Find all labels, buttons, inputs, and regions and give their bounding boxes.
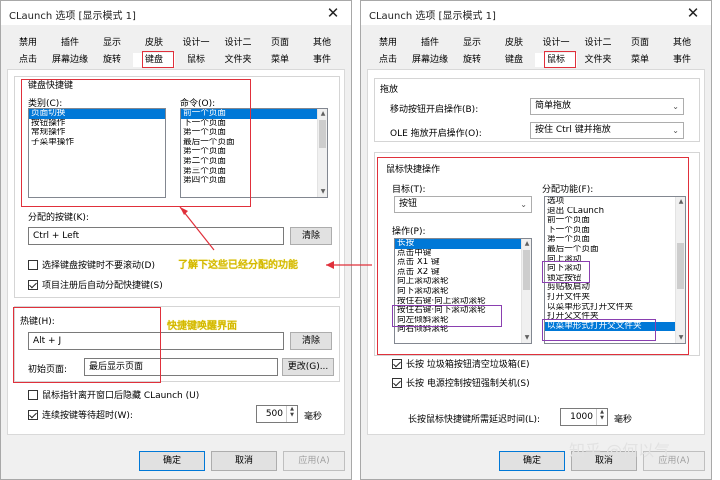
watermark: 知乎 @何以气 xyxy=(569,441,671,460)
checkbox-label: 长按 垃圾箱按钮清空垃圾箱(E) xyxy=(406,360,530,370)
window-title: CLaunch 选项 [显示模式 1] xyxy=(369,11,496,22)
annotation-box-shortcut-lists xyxy=(21,79,251,207)
tab-3-row2[interactable]: 旋转 xyxy=(91,53,133,67)
change-button[interactable]: 更改(G)... xyxy=(282,358,334,376)
tab-5-row2[interactable]: 鼠标 xyxy=(175,53,217,67)
timeout-unit: 毫秒 xyxy=(304,412,323,422)
tab-8-row1[interactable]: 其他 xyxy=(301,36,343,50)
tab-7-row2[interactable]: 菜单 xyxy=(259,53,301,67)
chevron-down-icon[interactable]: ⌄ xyxy=(672,99,679,114)
tab-4-row1[interactable]: 皮肤 xyxy=(493,36,535,50)
tab-2-row1[interactable]: 插件 xyxy=(409,36,451,50)
close-icon[interactable]: ✕ xyxy=(675,1,711,25)
delay-value: 1000 xyxy=(570,412,593,422)
clear-button[interactable]: 清除 xyxy=(290,227,332,245)
ok-button[interactable]: 确定 xyxy=(499,451,565,471)
move-label: 移动按钮开启操作(B): xyxy=(390,105,479,115)
auto-assign-checkbox[interactable]: 项目注册后自动分配快捷键(S) xyxy=(28,278,163,291)
assigned-annotation: 了解下这些已经分配的功能 xyxy=(178,260,298,271)
timeout-value: 500 xyxy=(265,409,283,419)
force-shutdown-checkbox[interactable]: 长按 电源控制按钮强制关机(S) xyxy=(392,376,530,389)
tab-4-row1[interactable]: 皮肤 xyxy=(133,36,175,50)
highlight-box-right-wheel-ops xyxy=(392,305,502,327)
hide-on-leave-checkbox[interactable]: 鼠标指针离开窗口后隐藏 CLaunch (U) xyxy=(28,388,199,401)
checkbox-label: 长按 电源控制按钮强制关机(S) xyxy=(406,379,530,389)
scroll-down-icon[interactable]: ▼ xyxy=(318,187,327,197)
tab-3-row2[interactable]: 旋转 xyxy=(451,53,493,67)
tab-4-row2[interactable]: 键盘 xyxy=(493,53,535,67)
clear-hotkey-button[interactable]: 清除 xyxy=(290,332,332,350)
tab-5-row1[interactable]: 设计一 xyxy=(175,36,217,50)
delay-spinner[interactable]: 1000 ▲ ▼ xyxy=(560,408,608,426)
ok-button[interactable]: 确定 xyxy=(139,451,205,471)
checkbox-label: 连续按键等待超时(W): xyxy=(42,411,133,421)
assigned-key-field[interactable]: Ctrl + Left xyxy=(28,227,284,245)
no-scroll-checkbox[interactable]: 选择键盘按键时不要滚动(D) xyxy=(28,258,155,271)
move-combo[interactable]: 简单拖放 ⌄ xyxy=(530,98,684,115)
tab-7-row1[interactable]: 页面 xyxy=(259,36,301,50)
tab-5-row1[interactable]: 设计一 xyxy=(535,36,577,50)
checkbox-box[interactable] xyxy=(28,389,38,400)
tab-6-row2[interactable]: 文件夹 xyxy=(217,53,259,67)
spinner-arrows-icon[interactable]: ▲ ▼ xyxy=(286,406,297,422)
delay-label: 长按鼠标快捷键所需延迟时间(L): xyxy=(408,415,541,425)
tab-8-row2[interactable]: 事件 xyxy=(661,53,703,67)
left-options-window: CLaunch 选项 [显示模式 1] ✕ 禁用 插件 显示 皮肤 设计一 设计二 页面 其他… xyxy=(0,0,352,480)
checkbox-label: 选择键盘按键时不要滚动(D) xyxy=(42,261,155,271)
annotation-box-hotkey xyxy=(13,307,161,383)
ole-combo-value: 按住 Ctrl 键并拖放 xyxy=(535,125,611,135)
empty-trash-checkbox[interactable]: 长按 垃圾箱按钮清空垃圾箱(E) xyxy=(392,357,530,370)
scroll-thumb[interactable] xyxy=(319,120,326,148)
tab-2-row2[interactable]: 屏幕边缘 xyxy=(409,53,451,67)
tab-6-row1[interactable]: 设计二 xyxy=(577,36,619,50)
tab-6-row2[interactable]: 文件夹 xyxy=(577,53,619,67)
scroll-up-icon[interactable]: ▲ xyxy=(318,109,327,119)
tab-7-row2[interactable]: 菜单 xyxy=(619,53,661,67)
ole-label: OLE 拖放开启操作(O): xyxy=(390,129,482,139)
tab-7-row1[interactable]: 页面 xyxy=(619,36,661,50)
window-title: CLaunch 选项 [显示模式 1] xyxy=(9,11,136,22)
annotation-box-mouse-tab xyxy=(544,51,576,68)
tab-8-row2[interactable]: 事件 xyxy=(301,53,343,67)
right-options-window: CLaunch 选项 [显示模式 1] ✕ 禁用 插件 显示 皮肤 设计一 设计二 页面 其他… xyxy=(360,0,712,480)
title-bar[interactable]: CLaunch 选项 [显示模式 1] ✕ xyxy=(1,1,351,25)
apply-button[interactable]: 应用(A) xyxy=(283,451,345,471)
move-combo-value: 简单拖放 xyxy=(535,101,572,111)
title-bar[interactable]: CLaunch 选项 [显示模式 1] ✕ xyxy=(361,1,711,25)
chevron-down-icon[interactable]: ⌄ xyxy=(672,123,679,138)
assigned-key-label: 分配的按键(K): xyxy=(28,213,89,223)
delay-unit: 毫秒 xyxy=(614,415,633,425)
tab-1-row2[interactable]: 点击 xyxy=(7,53,49,67)
key-timeout-checkbox[interactable]: 连续按键等待超时(W): xyxy=(28,408,133,421)
ole-combo[interactable]: 按住 Ctrl 键并拖放 ⌄ xyxy=(530,122,684,139)
highlight-box-folder-funcs xyxy=(542,319,656,341)
checkbox-label: 项目注册后自动分配快捷键(S) xyxy=(42,281,163,291)
scrollbar[interactable]: ▲ ▼ xyxy=(317,109,327,197)
tab-2-row2[interactable]: 屏幕边缘 xyxy=(49,53,91,67)
tab-3-row1[interactable]: 显示 xyxy=(451,36,493,50)
annotation-box-keyboard-tab xyxy=(142,51,174,68)
tab-1-row1[interactable]: 禁用 xyxy=(367,36,409,50)
tab-6-row1[interactable]: 设计二 xyxy=(217,36,259,50)
checkbox-label: 鼠标指针离开窗口后隐藏 CLaunch (U) xyxy=(42,391,200,401)
checkbox-box[interactable] xyxy=(28,259,38,270)
highlight-box-scroll-funcs xyxy=(542,261,590,283)
checkbox-box[interactable] xyxy=(392,377,402,388)
checkbox-box[interactable] xyxy=(392,358,402,369)
tab-1-row2[interactable]: 点击 xyxy=(367,53,409,67)
spinner-arrows-icon[interactable]: ▲ ▼ xyxy=(596,409,607,425)
tab-8-row1[interactable]: 其他 xyxy=(661,36,703,50)
checkbox-box[interactable] xyxy=(28,409,38,420)
timeout-spinner[interactable]: 500 ▲ ▼ xyxy=(256,405,298,423)
close-icon[interactable]: ✕ xyxy=(315,1,351,25)
tab-2-row1[interactable]: 插件 xyxy=(49,36,91,50)
tab-1-row1[interactable]: 禁用 xyxy=(7,36,49,50)
hotkey-annotation: 快捷键唤醒界面 xyxy=(167,321,237,332)
cancel-button[interactable]: 取消 xyxy=(211,451,277,471)
drag-drop-title: 拖放 xyxy=(380,85,399,95)
tab-3-row1[interactable]: 显示 xyxy=(91,36,133,50)
checkbox-box[interactable] xyxy=(28,279,38,290)
